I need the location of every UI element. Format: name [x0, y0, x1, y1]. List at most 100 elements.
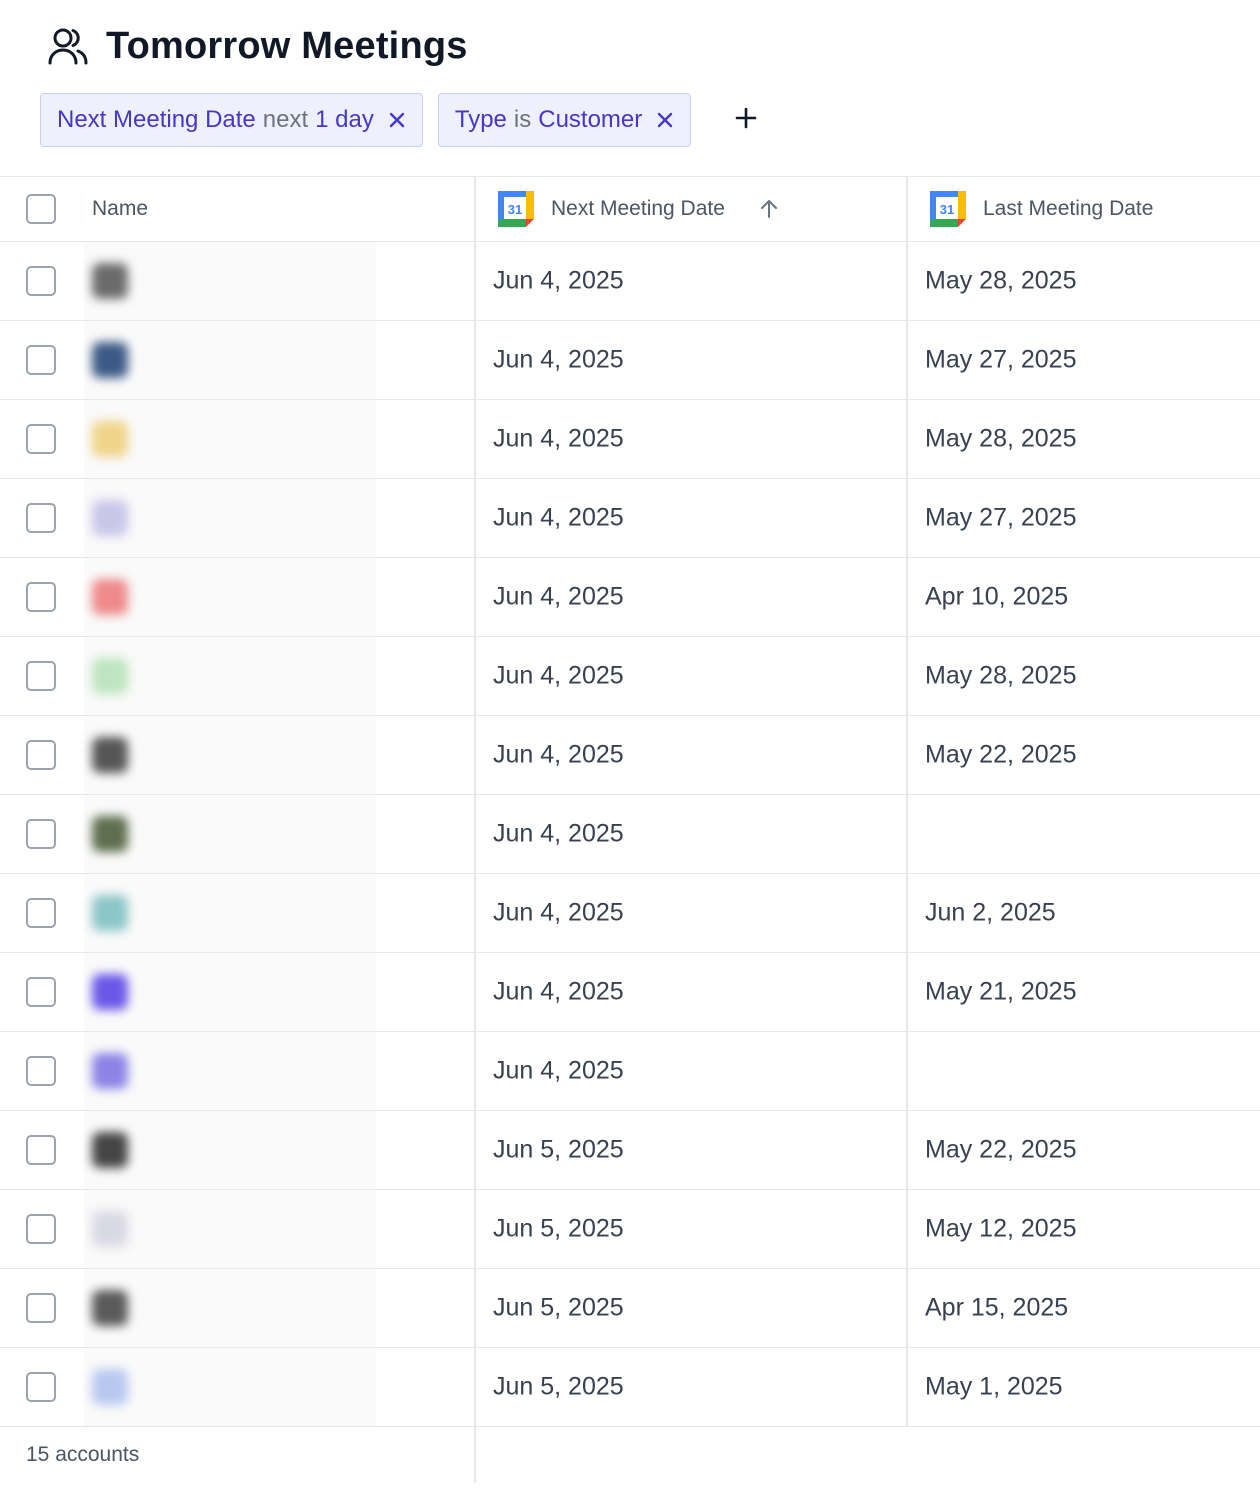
row-checkbox[interactable]	[26, 266, 56, 296]
name-cell[interactable]	[0, 400, 476, 478]
last-meeting-cell[interactable]: May 28, 2025	[908, 400, 1260, 478]
name-cell[interactable]	[0, 953, 476, 1031]
filter-chip-next-meeting[interactable]: Next Meeting Date next 1 day	[40, 93, 423, 147]
last-meeting-cell[interactable]: May 27, 2025	[908, 479, 1260, 557]
last-meeting-date: Jun 2, 2025	[925, 898, 1056, 927]
next-meeting-date: Jun 4, 2025	[493, 661, 624, 690]
last-meeting-cell[interactable]	[908, 1032, 1260, 1110]
row-checkbox[interactable]	[26, 740, 56, 770]
name-cell[interactable]	[0, 1269, 476, 1347]
name-cell[interactable]	[0, 1348, 476, 1426]
row-checkbox[interactable]	[26, 1135, 56, 1165]
close-icon[interactable]	[388, 111, 406, 129]
row-checkbox[interactable]	[26, 424, 56, 454]
last-meeting-date: May 28, 2025	[925, 266, 1077, 295]
table-row[interactable]: Jun 4, 2025 May 28, 2025	[0, 400, 1260, 479]
row-checkbox[interactable]	[26, 503, 56, 533]
arrow-up-icon[interactable]	[758, 198, 780, 220]
calendar-icon: 31	[498, 191, 534, 227]
last-meeting-cell[interactable]: May 12, 2025	[908, 1190, 1260, 1268]
avatar	[92, 816, 128, 852]
table-row[interactable]: Jun 5, 2025 May 1, 2025	[0, 1348, 1260, 1427]
next-meeting-cell[interactable]: Jun 4, 2025	[476, 637, 908, 715]
filter-value: 1 day	[315, 106, 374, 133]
next-meeting-date: Jun 5, 2025	[493, 1214, 624, 1243]
name-cell[interactable]	[0, 716, 476, 794]
table-row[interactable]: Jun 4, 2025	[0, 795, 1260, 874]
table-row[interactable]: Jun 5, 2025 May 22, 2025	[0, 1111, 1260, 1190]
name-cell[interactable]	[0, 637, 476, 715]
table-row[interactable]: Jun 4, 2025 May 22, 2025	[0, 716, 1260, 795]
table-row[interactable]: Jun 4, 2025 May 27, 2025	[0, 321, 1260, 400]
next-meeting-cell[interactable]: Jun 5, 2025	[476, 1269, 908, 1347]
row-checkbox[interactable]	[26, 1214, 56, 1244]
table-row[interactable]: Jun 4, 2025 Jun 2, 2025	[0, 874, 1260, 953]
select-all-checkbox[interactable]	[26, 194, 56, 224]
column-header-next-meeting[interactable]: Next Meeting Date	[551, 197, 725, 221]
filter-chip-type[interactable]: Type is Customer	[437, 93, 692, 147]
name-cell[interactable]	[0, 321, 476, 399]
next-meeting-date: Jun 5, 2025	[493, 1293, 624, 1322]
last-meeting-cell[interactable]: Jun 2, 2025	[908, 874, 1260, 952]
table-row[interactable]: Jun 5, 2025 May 12, 2025	[0, 1190, 1260, 1269]
last-meeting-cell[interactable]: May 28, 2025	[908, 637, 1260, 715]
next-meeting-cell[interactable]: Jun 5, 2025	[476, 1348, 908, 1426]
name-cell[interactable]	[0, 479, 476, 557]
name-cell[interactable]	[0, 1190, 476, 1268]
column-header-last-meeting[interactable]: Last Meeting Date	[983, 197, 1153, 221]
avatar	[92, 263, 128, 299]
name-cell[interactable]	[0, 795, 476, 873]
last-meeting-cell[interactable]: Apr 15, 2025	[908, 1269, 1260, 1347]
row-checkbox[interactable]	[26, 1056, 56, 1086]
name-cell[interactable]	[0, 242, 476, 320]
next-meeting-date: Jun 5, 2025	[493, 1372, 624, 1401]
next-meeting-cell[interactable]: Jun 4, 2025	[476, 874, 908, 952]
next-meeting-cell[interactable]: Jun 4, 2025	[476, 400, 908, 478]
next-meeting-cell[interactable]: Jun 4, 2025	[476, 479, 908, 557]
table-row[interactable]: Jun 4, 2025	[0, 1032, 1260, 1111]
column-header-name[interactable]: Name	[92, 197, 148, 221]
row-checkbox[interactable]	[26, 977, 56, 1007]
row-checkbox[interactable]	[26, 1293, 56, 1323]
next-meeting-cell[interactable]: Jun 4, 2025	[476, 953, 908, 1031]
name-cell[interactable]	[0, 1111, 476, 1189]
last-meeting-cell[interactable]: May 22, 2025	[908, 1111, 1260, 1189]
next-meeting-cell[interactable]: Jun 4, 2025	[476, 558, 908, 636]
last-meeting-cell[interactable]: May 21, 2025	[908, 953, 1260, 1031]
last-meeting-cell[interactable]: May 27, 2025	[908, 321, 1260, 399]
close-icon[interactable]	[656, 111, 674, 129]
name-cell[interactable]	[0, 1032, 476, 1110]
row-checkbox[interactable]	[26, 819, 56, 849]
row-checkbox[interactable]	[26, 661, 56, 691]
next-meeting-cell[interactable]: Jun 4, 2025	[476, 242, 908, 320]
add-filter-button[interactable]	[724, 98, 768, 142]
last-meeting-cell[interactable]	[908, 795, 1260, 873]
next-meeting-cell[interactable]: Jun 5, 2025	[476, 1190, 908, 1268]
avatar	[92, 579, 128, 615]
table-row[interactable]: Jun 4, 2025 Apr 10, 2025	[0, 558, 1260, 637]
last-meeting-cell[interactable]: May 28, 2025	[908, 242, 1260, 320]
avatar	[92, 1290, 128, 1326]
last-meeting-date: May 27, 2025	[925, 345, 1077, 374]
next-meeting-cell[interactable]: Jun 4, 2025	[476, 795, 908, 873]
last-meeting-cell[interactable]: May 1, 2025	[908, 1348, 1260, 1426]
table-row[interactable]: Jun 4, 2025 May 27, 2025	[0, 479, 1260, 558]
next-meeting-cell[interactable]: Jun 4, 2025	[476, 716, 908, 794]
next-meeting-date: Jun 4, 2025	[493, 740, 624, 769]
table-row[interactable]: Jun 5, 2025 Apr 15, 2025	[0, 1269, 1260, 1348]
table-row[interactable]: Jun 4, 2025 May 28, 2025	[0, 637, 1260, 716]
last-meeting-cell[interactable]: May 22, 2025	[908, 716, 1260, 794]
next-meeting-cell[interactable]: Jun 4, 2025	[476, 1032, 908, 1110]
name-cell[interactable]	[0, 874, 476, 952]
row-checkbox[interactable]	[26, 582, 56, 612]
people-icon	[46, 24, 90, 68]
last-meeting-cell[interactable]: Apr 10, 2025	[908, 558, 1260, 636]
row-checkbox[interactable]	[26, 1372, 56, 1402]
table-row[interactable]: Jun 4, 2025 May 21, 2025	[0, 953, 1260, 1032]
next-meeting-cell[interactable]: Jun 5, 2025	[476, 1111, 908, 1189]
name-cell[interactable]	[0, 558, 476, 636]
next-meeting-cell[interactable]: Jun 4, 2025	[476, 321, 908, 399]
row-checkbox[interactable]	[26, 898, 56, 928]
table-row[interactable]: Jun 4, 2025 May 28, 2025	[0, 242, 1260, 321]
row-checkbox[interactable]	[26, 345, 56, 375]
